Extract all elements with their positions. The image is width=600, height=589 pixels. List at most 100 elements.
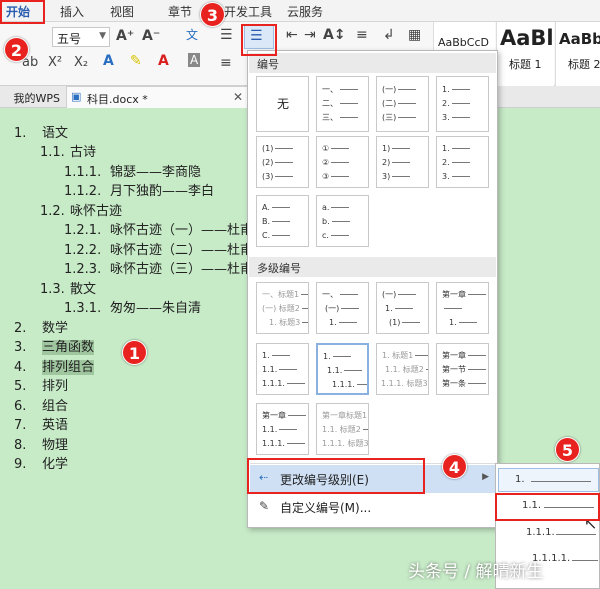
numbering-style[interactable]: 1. 2. 3. <box>436 136 489 188</box>
preview-rule <box>392 162 411 163</box>
numbering-style[interactable]: 1. 2. 3. <box>436 76 489 132</box>
subscript-icon[interactable]: X₂ <box>74 55 88 70</box>
char-shading-icon[interactable]: A <box>188 53 201 67</box>
list-item[interactable]: 5. 排列 <box>14 375 68 394</box>
increase-indent-icon[interactable]: ⇥ <box>304 27 316 43</box>
list-text: 化学 <box>42 457 69 472</box>
style-heading-1[interactable]: AaBl 标题 1 <box>496 22 554 86</box>
style-heading-2-sample: AaBb <box>559 30 600 48</box>
preview-rule <box>356 384 367 385</box>
list-item[interactable]: 4. 排列组合 <box>14 356 95 375</box>
preview-rule <box>468 294 486 295</box>
numbering-style[interactable]: 一、 二、 三、 <box>316 76 369 132</box>
list-number: 1.3.1. <box>64 301 102 316</box>
text-effect-icon[interactable]: A <box>103 53 114 69</box>
close-icon[interactable]: ✕ <box>233 90 243 104</box>
list-item[interactable]: 3. 三角函数 <box>14 336 95 355</box>
list-item[interactable]: 1. 语文 <box>14 122 68 141</box>
align-left-icon[interactable]: ≡ <box>220 55 232 71</box>
paragraph-mark-icon[interactable]: ↲ <box>383 27 395 43</box>
list-item[interactable]: 1.1. 古诗 <box>40 141 96 160</box>
font-color-icon[interactable]: A <box>158 53 169 69</box>
preview-rule <box>271 355 290 356</box>
decrease-indent-icon[interactable]: ⇤ <box>286 27 298 43</box>
preview-line: A. <box>262 203 290 212</box>
highlight-box-level-2 <box>495 493 600 521</box>
multilevel-style[interactable]: 1. 1.1. 1.1.1. <box>256 343 309 395</box>
list-text: 排列组合 <box>42 360 95 375</box>
multilevel-style[interactable]: 第一章 第一节 第一条 <box>436 343 489 395</box>
preview-line: (二) <box>382 99 417 108</box>
preview-rule <box>331 207 350 208</box>
multilevel-style[interactable]: (一) 1. (1) <box>376 282 429 334</box>
preview-rule <box>275 148 294 149</box>
preview-line: 2. <box>442 99 470 108</box>
preview-line: (一) <box>382 290 417 299</box>
tab-cloud[interactable]: 云服务 <box>287 3 323 20</box>
preview-line: 1.1.1. <box>332 380 367 389</box>
preview-line: 1. <box>442 85 470 94</box>
preview-rule <box>451 148 470 149</box>
sort-text-icon[interactable]: ≡ <box>356 27 368 43</box>
style-heading-2[interactable]: AaBb 标题 2 <box>555 22 600 86</box>
multilevel-style[interactable]: 第一章 1.1. 1.1.1. <box>256 403 309 455</box>
multilevel-style[interactable]: 1. 标题1 1.1. 标题2 1.1.1. 标题3 <box>376 343 429 395</box>
list-text: 物理 <box>42 438 69 453</box>
numbering-style[interactable]: 1) 2) 3) <box>376 136 429 188</box>
list-item[interactable]: 9. 化学 <box>14 453 68 472</box>
numbering-style[interactable]: A. B. C. <box>256 195 309 247</box>
list-item[interactable]: 1.1.2. 月下独酌——李白 <box>64 180 214 199</box>
list-item[interactable]: 8. 物理 <box>14 434 68 453</box>
custom-numbering-menu-item[interactable]: ✎ 自定义编号(M)... <box>250 493 495 521</box>
doc-tab-mywps[interactable]: 我的WPS <box>0 86 62 108</box>
font-size-value: 五号 <box>57 32 82 46</box>
preview-rule <box>398 103 417 104</box>
superscript-icon[interactable]: X² <box>48 55 62 70</box>
list-text: 咏怀古迹（二）——杜甫 <box>110 243 254 258</box>
sort-icon[interactable]: A↕ <box>323 27 346 43</box>
numbering-style[interactable]: ① ② ③ <box>316 136 369 188</box>
list-item[interactable]: 1.2.3. 咏怀古迹（三）——杜甫 <box>64 258 253 277</box>
preview-line: 1.1. <box>262 365 298 374</box>
list-item[interactable]: 1.2.1. 咏怀古迹（一）——杜甫 <box>64 219 253 238</box>
list-item[interactable]: 2. 数学 <box>14 317 68 336</box>
multilevel-style-selected[interactable]: 1. 1.1. 1.1.1. <box>316 343 369 395</box>
tab-insert[interactable]: 插入 <box>48 3 84 20</box>
preview-rule <box>451 103 470 104</box>
list-text: 语文 <box>42 126 69 141</box>
preview-line: (2) <box>262 158 294 167</box>
tab-section[interactable]: 章节 <box>168 3 192 20</box>
pinyin-icon[interactable]: 文 <box>186 26 198 43</box>
tab-developer[interactable]: 开发工具 <box>224 3 272 20</box>
preview-rule <box>398 89 417 90</box>
list-item[interactable]: 1.2. 咏怀古迹 <box>40 200 122 219</box>
multilevel-style[interactable]: 一、标题1 (一) 标题2 1. 标题3 <box>256 282 309 334</box>
grow-font-icon[interactable]: A⁺ <box>116 28 134 44</box>
list-item[interactable]: 1.2.2. 咏怀古迹（二）——杜甫 <box>64 239 253 258</box>
preview-rule <box>288 415 306 416</box>
table-border-icon[interactable]: ▦ <box>408 27 421 43</box>
preview-line: 2) <box>382 158 411 167</box>
doc-tab-active[interactable]: ▣ 科目.docx * ✕ <box>66 86 248 108</box>
preview-line: 第一章 <box>262 411 306 420</box>
preview-rule <box>331 176 350 177</box>
list-item[interactable]: 1.3.1. 匆匆——朱自清 <box>64 297 201 316</box>
list-item[interactable]: 6. 组合 <box>14 395 68 414</box>
multilevel-style[interactable]: 一、 (一) 1. <box>316 282 369 334</box>
highlight-icon[interactable]: ✎ <box>130 53 142 69</box>
list-text: 古诗 <box>70 145 97 160</box>
list-item[interactable]: 1.3. 散文 <box>40 278 96 297</box>
font-size-select[interactable]: 五号 ▼ <box>52 27 110 47</box>
multilevel-style[interactable]: 第一章标题1 1.1. 标题2 1.1.1. 标题3 <box>316 403 369 455</box>
list-item[interactable]: 7. 英语 <box>14 414 68 433</box>
numbering-none[interactable]: 无 <box>256 76 309 132</box>
numbering-style[interactable]: a. b. c. <box>316 195 369 247</box>
shrink-font-icon[interactable]: A⁻ <box>142 28 160 44</box>
numbering-style[interactable]: (1) (2) (3) <box>256 136 309 188</box>
bullet-list-icon[interactable]: ☰ <box>220 27 233 43</box>
tab-view[interactable]: 视图 <box>110 3 134 20</box>
level-1-option[interactable]: 1. <box>498 468 599 492</box>
numbering-style[interactable]: (一) (二) (三) <box>376 76 429 132</box>
multilevel-style[interactable]: 第一章 1. <box>436 282 489 334</box>
list-item[interactable]: 1.1.1. 锦瑟——李商隐 <box>64 161 201 180</box>
